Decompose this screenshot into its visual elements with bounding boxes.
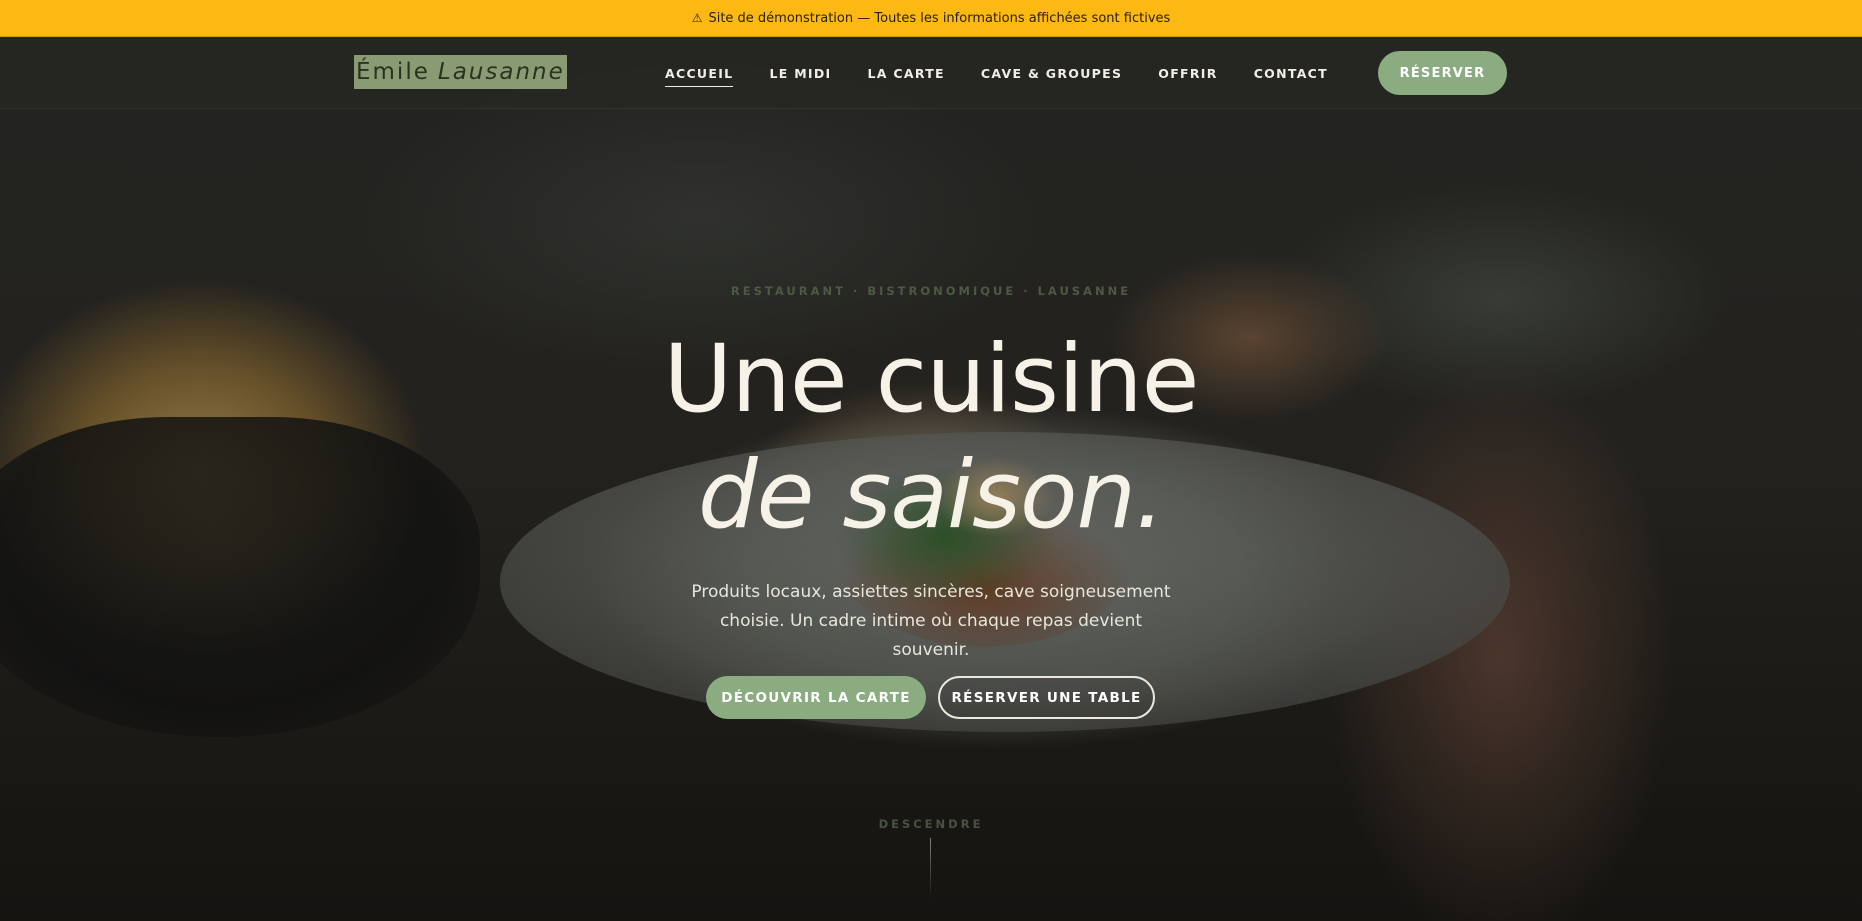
reserve-table-button[interactable]: RÉSERVER UNE TABLE [938,676,1155,719]
demo-banner-text: Site de démonstration — Toutes les infor… [708,10,1171,26]
nav-item-le-midi[interactable]: LE MIDI [769,66,831,81]
nav-item-accueil[interactable]: ACCUEIL [665,66,734,87]
hero-eyebrow: RESTAURANT · BISTRONOMIQUE · LAUSANNE [730,284,1132,298]
scroll-indicator-line [930,838,931,898]
nav-item-contact[interactable]: CONTACT [1254,66,1328,81]
discover-menu-button[interactable]: DÉCOUVRIR LA CARTE [706,676,926,719]
logo-city: Lausanne [437,59,565,85]
nav-item-la-carte[interactable]: LA CARTE [868,66,945,81]
site-logo[interactable]: Émile Lausanne [354,55,567,89]
site-header: Émile Lausanne ACCUEIL LE MIDI LA CARTE … [0,37,1862,109]
hero-headline: Une cuisine de saison. [0,322,1862,554]
headline-line-1: Une cuisine [663,325,1200,434]
reserve-button[interactable]: RÉSERVER [1378,51,1507,95]
headline-line-2: de saison. [697,441,1165,550]
main-nav: ACCUEIL LE MIDI LA CARTE CAVE & GROUPES … [665,37,1364,109]
warning-icon: ⚠ [691,11,703,25]
hero-subtitle: Produits locaux, assiettes sincères, cav… [691,582,1171,660]
scroll-down-label[interactable]: DESCENDRE [0,817,1862,831]
demo-banner: ⚠ Site de démonstration — Toutes les inf… [0,0,1862,37]
logo-name: Émile [356,59,430,85]
nav-item-cave-groupes[interactable]: CAVE & GROUPES [981,66,1122,81]
nav-item-offrir[interactable]: OFFRIR [1158,66,1217,81]
